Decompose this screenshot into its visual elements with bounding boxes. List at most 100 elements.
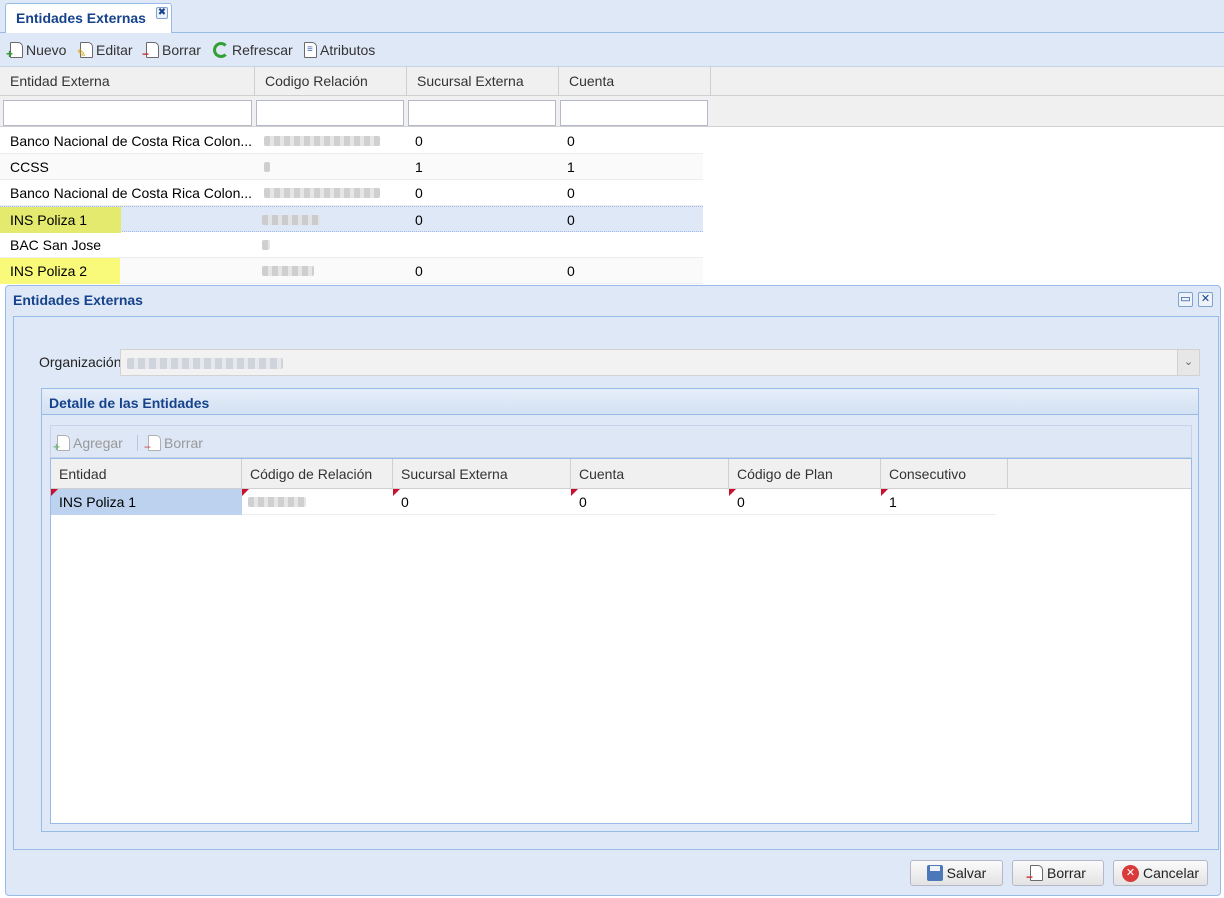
- filter-row: [0, 96, 1224, 127]
- delete-document-icon: −: [144, 435, 161, 453]
- column-header-codigo-plan[interactable]: Código de Plan: [729, 459, 881, 489]
- redacted-codigo: [262, 240, 270, 250]
- table-row[interactable]: Banco Nacional de Costa Rica Colon... 0 …: [0, 128, 703, 154]
- save-button[interactable]: Salvar: [910, 860, 1003, 886]
- cell-entidad: CCSS: [10, 159, 49, 175]
- tab-title: Entidades Externas: [16, 10, 146, 26]
- table-row[interactable]: Banco Nacional de Costa Rica Colon... 0 …: [0, 180, 703, 206]
- table-row[interactable]: INS Poliza 2 0 0: [0, 258, 703, 284]
- filter-cuenta-input[interactable]: [560, 100, 708, 126]
- cell-entidad: INS Poliza 2: [0, 258, 120, 284]
- edit-button[interactable]: ✎ Editar: [77, 41, 133, 60]
- redacted-codigo: [264, 136, 380, 146]
- dirty-marker-icon: [729, 489, 736, 496]
- new-document-icon: +: [6, 42, 23, 60]
- tab-strip: Entidades Externas ✖: [0, 0, 1224, 33]
- add-document-icon: +: [53, 435, 70, 453]
- cancel-icon: ✕: [1121, 864, 1139, 882]
- cell-codigo-plan[interactable]: 0: [729, 489, 881, 515]
- cancel-button[interactable]: ✕ Cancelar: [1113, 860, 1208, 886]
- column-header-sucursal-externa[interactable]: Sucursal Externa: [407, 67, 559, 96]
- attributes-document-icon: ≡: [304, 42, 317, 58]
- edit-button-label: Editar: [96, 42, 133, 58]
- cancel-button-label: Cancelar: [1142, 865, 1200, 881]
- cell-cuenta[interactable]: 0: [571, 489, 729, 515]
- cell-cuenta: 0: [567, 133, 575, 149]
- refresh-button-label: Refrescar: [232, 42, 293, 58]
- redacted-codigo: [264, 188, 380, 198]
- dirty-marker-icon: [571, 489, 578, 496]
- cell-entidad: Banco Nacional de Costa Rica Colon...: [10, 185, 253, 201]
- redacted-codigo: [264, 162, 270, 172]
- detail-delete-button[interactable]: − Borrar: [144, 434, 203, 453]
- chevron-down-icon[interactable]: ⌄: [1177, 350, 1199, 375]
- tab-entidades-externas[interactable]: Entidades Externas ✖: [5, 3, 172, 33]
- cell-entidad[interactable]: INS Poliza 1: [51, 489, 242, 515]
- entidades-externas-window: Entidades Externas ▭ ✕ Organización ⌄ De…: [5, 285, 1221, 896]
- refresh-button[interactable]: Refrescar: [213, 41, 293, 59]
- window-delete-button-label: Borrar: [1047, 865, 1086, 881]
- cell-cuenta: 0: [567, 212, 575, 228]
- add-button[interactable]: + Agregar: [53, 434, 123, 453]
- column-header-entidad-externa[interactable]: Entidad Externa: [0, 67, 255, 96]
- detail-toolbar: + Agregar − Borrar: [50, 425, 1192, 458]
- save-button-label: Salvar: [946, 865, 987, 881]
- redacted-codigo: [248, 497, 306, 507]
- cell-consecutivo[interactable]: 1: [881, 489, 996, 515]
- cell-entidad-text: INS Poliza 1: [59, 494, 137, 510]
- filter-codigo-input[interactable]: [256, 100, 404, 126]
- cell-cuenta: 0: [567, 263, 575, 279]
- cell-sucursal-text: 0: [401, 494, 409, 510]
- cell-cuenta-text: 0: [579, 494, 587, 510]
- edit-document-icon: ✎: [77, 42, 93, 60]
- save-disk-icon: [926, 865, 943, 881]
- cell-entidad: BAC San Jose: [10, 237, 102, 253]
- detail-delete-button-label: Borrar: [164, 435, 203, 451]
- cell-sucursal[interactable]: 0: [393, 489, 571, 515]
- close-icon[interactable]: ✖: [156, 7, 168, 19]
- entity-detail-fieldset: Detalle de las Entidades + Agregar − Bor…: [41, 388, 1199, 832]
- column-header-codigo-relacion[interactable]: Código de Relación: [242, 459, 393, 489]
- refresh-icon: [213, 42, 229, 58]
- delete-button-label: Borrar: [162, 42, 201, 58]
- table-row[interactable]: CCSS 1 1: [0, 154, 703, 180]
- organization-combobox[interactable]: ⌄: [120, 349, 1200, 376]
- new-button-label: Nuevo: [26, 42, 67, 58]
- cell-cuenta: 0: [567, 185, 575, 201]
- column-header-entidad[interactable]: Entidad: [51, 459, 242, 489]
- table-row[interactable]: BAC San Jose: [0, 232, 703, 258]
- dirty-marker-icon: [242, 489, 249, 496]
- delete-document-icon: −: [1026, 865, 1044, 883]
- attributes-button-label: Atributos: [320, 42, 376, 58]
- dirty-marker-icon: [51, 489, 58, 496]
- delete-button[interactable]: − Borrar: [142, 41, 201, 60]
- attributes-button[interactable]: ≡ Atributos: [304, 41, 375, 59]
- column-header-consecutivo[interactable]: Consecutivo: [881, 459, 1008, 489]
- filter-entidad-input[interactable]: [3, 100, 252, 126]
- cell-sucursal: 0: [415, 263, 423, 279]
- table-row[interactable]: INS Poliza 1 0 0 0 1: [51, 489, 996, 515]
- cell-sucursal: 0: [415, 212, 423, 228]
- column-header-cuenta[interactable]: Cuenta: [571, 459, 729, 489]
- cell-entidad: Banco Nacional de Costa Rica Colon...: [10, 133, 253, 149]
- window-delete-button[interactable]: − Borrar: [1012, 860, 1104, 886]
- table-row-selected[interactable]: INS Poliza 1 0 0: [0, 206, 703, 233]
- dirty-marker-icon: [393, 489, 400, 496]
- filter-sucursal-input[interactable]: [408, 100, 556, 126]
- close-icon[interactable]: ✕: [1198, 292, 1213, 307]
- fieldset-title: Detalle de las Entidades: [49, 395, 210, 411]
- add-button-label: Agregar: [73, 435, 123, 451]
- cell-sucursal: [405, 232, 557, 258]
- new-button[interactable]: + Nuevo: [6, 41, 67, 60]
- column-header-cuenta[interactable]: Cuenta: [559, 67, 711, 96]
- dirty-marker-icon: [881, 489, 888, 496]
- maximize-icon[interactable]: ▭: [1178, 292, 1193, 307]
- cell-sucursal: 0: [415, 133, 423, 149]
- cell-codigo-relacion[interactable]: [242, 489, 393, 515]
- column-header-codigo-relacion[interactable]: Codigo Relación: [255, 67, 407, 96]
- organization-label: Organización: [39, 354, 122, 370]
- window-title: Entidades Externas: [13, 292, 143, 308]
- column-header-sucursal-externa[interactable]: Sucursal Externa: [393, 459, 571, 489]
- grid-header: Entidad Externa Codigo Relación Sucursal…: [0, 67, 1224, 96]
- cell-sucursal: 1: [415, 159, 423, 175]
